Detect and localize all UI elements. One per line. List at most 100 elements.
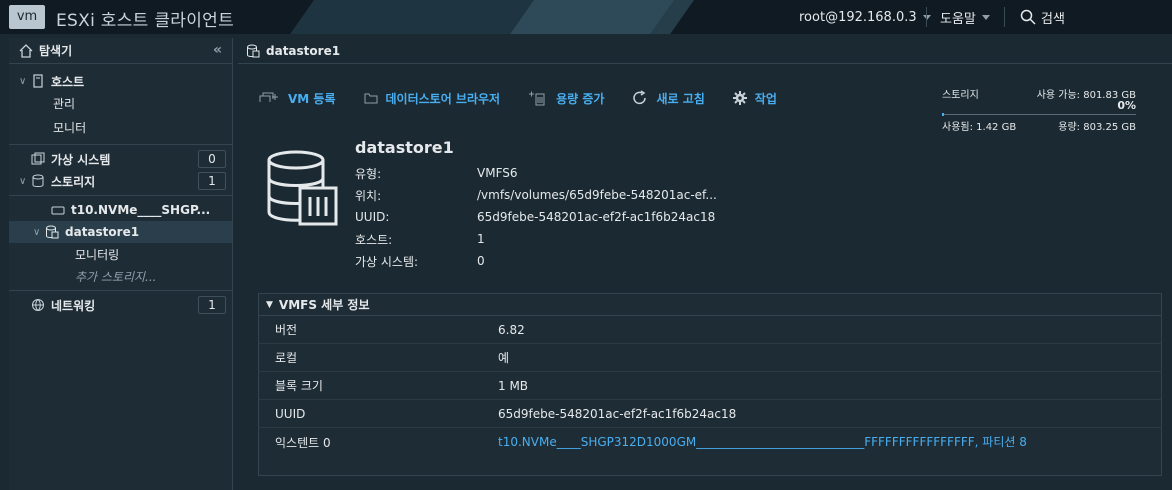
datastore-browser-button[interactable]: 데이터스토어 브라우저 xyxy=(364,90,501,107)
sidebar-item-networking[interactable]: 네트워킹 1 xyxy=(9,294,232,316)
chevron-down-icon[interactable]: ∨ xyxy=(33,227,45,238)
datastore-icon xyxy=(247,44,260,57)
capacity: 용량: 803.25 GB xyxy=(1058,122,1136,133)
sidebar-item-label: 추가 스토리지... xyxy=(75,269,157,284)
button-label: 용량 증가 xyxy=(556,91,605,106)
datastore-icon xyxy=(46,225,59,239)
page-header: datastore1 xyxy=(238,38,1172,64)
detail-row: 익스텐트 0 t10.NVMe____SHGP312D1000GM________… xyxy=(259,428,1161,472)
info-key: 위치: xyxy=(355,188,382,203)
sidebar-item-label: 가상 시스템 xyxy=(51,152,111,167)
detail-row: 버전 6.82 xyxy=(259,316,1161,344)
folder-icon xyxy=(364,93,377,104)
navigator-header: 탐색기 « xyxy=(9,38,232,64)
sidebar-item-host[interactable]: ∨ 호스트 xyxy=(9,70,232,92)
datastore-info: 유형: VMFS6 위치: /vmfs/volumes/65d9febe-54820… xyxy=(355,162,717,272)
info-value: VMFS6 xyxy=(477,166,518,180)
info-row: 가상 시스템: 0 xyxy=(355,250,717,272)
info-key: 가상 시스템: xyxy=(355,254,419,269)
detail-value: 65d9febe-548201ac-ef2f-ac1f6b24ac18 xyxy=(498,406,737,421)
info-value: /vmfs/volumes/65d9febe-548201ac-ef... xyxy=(477,188,717,202)
sidebar-item-label: 모니터링 xyxy=(75,247,120,262)
home-icon xyxy=(19,43,33,58)
refresh-icon xyxy=(633,90,647,105)
sidebar-item-label: datastore1 xyxy=(65,225,140,239)
toolbar: VM 등록 데이터스토어 브라우저 용량 증가 새로 고침 작업 xyxy=(258,88,805,108)
usage-bar-fill xyxy=(942,113,944,116)
network-icon xyxy=(32,299,44,312)
panel-title: VMFS 세부 정보 xyxy=(278,298,370,312)
usage-percent: 0% xyxy=(1117,99,1136,112)
button-label: 작업 xyxy=(754,91,777,106)
count-badge: 1 xyxy=(198,172,226,190)
sidebar-item-device[interactable]: t10.NVMe____SHGP... xyxy=(9,199,232,221)
datastore-large-icon xyxy=(267,150,338,226)
sidebar-item-storage[interactable]: ∨ 스토리지 1 xyxy=(9,170,232,192)
help-label: 도움말 xyxy=(940,11,976,27)
info-value: 1 xyxy=(477,232,485,246)
help-menu[interactable]: 도움말 xyxy=(940,0,990,34)
detail-value: 예 xyxy=(498,351,510,365)
app-title: ESXi 호스트 클라이언트 xyxy=(56,11,235,31)
detail-key: 블록 크기 xyxy=(275,379,323,393)
register-vm-icon xyxy=(259,92,278,102)
button-label: VM 등록 xyxy=(288,91,336,106)
search-icon xyxy=(1020,9,1036,25)
sidebar-item-label: 모니터 xyxy=(53,121,87,135)
host-icon xyxy=(33,74,43,88)
sidebar-item-manage[interactable]: 관리 xyxy=(9,92,232,114)
register-vm-button[interactable]: VM 등록 xyxy=(258,90,336,107)
storage-icon xyxy=(32,174,44,187)
top-bar: vm ESXi 호스트 클라이언트 root@192.168.0.3 도움말 검… xyxy=(0,0,1172,34)
count-badge: 1 xyxy=(198,296,226,314)
chevron-down-icon[interactable]: ∨ xyxy=(19,176,31,187)
actions-button[interactable]: 작업 xyxy=(732,90,777,107)
sidebar-item-label: 네트워킹 xyxy=(51,298,96,313)
gear-icon xyxy=(732,91,747,105)
info-row: 유형: VMFS6 xyxy=(355,162,717,184)
sidebar-item-more-storage[interactable]: 추가 스토리지... xyxy=(9,265,232,287)
used-space: 사용됨: 1.42 GB xyxy=(942,122,1017,133)
storage-label: 스토리지 xyxy=(942,90,979,101)
detail-value: 6.82 xyxy=(498,322,525,337)
user-name: root@192.168.0.3 xyxy=(799,9,917,25)
info-key: 유형: xyxy=(355,166,382,181)
detail-row: UUID 65d9febe-548201ac-ef2f-ac1f6b24ac18 xyxy=(259,400,1161,428)
button-label: 데이터스토어 브라우저 xyxy=(385,91,501,106)
search-button[interactable]: 검색 xyxy=(1020,0,1065,34)
collapse-icon[interactable]: « xyxy=(213,42,222,58)
sidebar-item-vms[interactable]: 가상 시스템 0 xyxy=(9,148,232,170)
sidebar-item-datastore1[interactable]: ∨ datastore1 xyxy=(9,221,232,243)
collapse-triangle-icon[interactable]: ▼ xyxy=(266,300,273,310)
detail-row: 블록 크기 1 MB xyxy=(259,372,1161,400)
vm-logo: vm xyxy=(9,5,45,29)
usage-bar xyxy=(942,114,1136,115)
sidebar-item-label: 관리 xyxy=(53,96,76,111)
vmfs-details-header[interactable]: ▼ VMFS 세부 정보 xyxy=(259,294,1161,316)
refresh-button[interactable]: 새로 고침 xyxy=(632,90,705,107)
chevron-down-icon[interactable]: ∨ xyxy=(19,76,31,87)
sidebar-item-label: t10.NVMe____SHGP... xyxy=(71,203,211,217)
sidebar-item-ds-monitor[interactable]: 모니터링 xyxy=(9,243,232,265)
extent-link[interactable]: t10.NVMe____SHGP312D1000GM______________… xyxy=(498,434,1161,472)
detail-key: 로컬 xyxy=(275,351,298,365)
detail-key: UUID xyxy=(275,406,306,421)
vmfs-details-panel: ▼ VMFS 세부 정보 버전 6.82 로컬 예 블록 크기 1 MB UUID 65… xyxy=(258,293,1162,476)
button-label: 새로 고침 xyxy=(656,91,705,106)
user-menu[interactable]: root@192.168.0.3 xyxy=(799,0,931,34)
info-key: UUID: xyxy=(355,210,390,224)
navigator-sidebar: 탐색기 « ∨ 호스트 관리 모니터 가상 시스템 0 ∨ 스토리지 1 t10… xyxy=(9,38,233,490)
chevron-down-icon xyxy=(981,14,990,20)
info-row: UUID: 65d9febe-548201ac-ef2f-ac1f6b24ac18 xyxy=(355,206,717,228)
navigator-title: 탐색기 xyxy=(39,44,73,58)
detail-key: 익스텐트 0 xyxy=(275,436,331,450)
vm-icon xyxy=(31,152,45,165)
increase-capacity-icon xyxy=(529,91,545,106)
sidebar-item-monitor[interactable]: 모니터 xyxy=(9,114,232,141)
count-badge: 0 xyxy=(198,150,226,168)
sidebar-item-label: 호스트 xyxy=(51,74,85,89)
search-label: 검색 xyxy=(1041,11,1065,27)
increase-capacity-button[interactable]: 용량 증가 xyxy=(528,90,604,107)
main-panel: datastore1 VM 등록 데이터스토어 브라우저 용량 증가 새로 고침… xyxy=(238,38,1172,490)
sidebar-item-label: 스토리지 xyxy=(51,174,96,189)
